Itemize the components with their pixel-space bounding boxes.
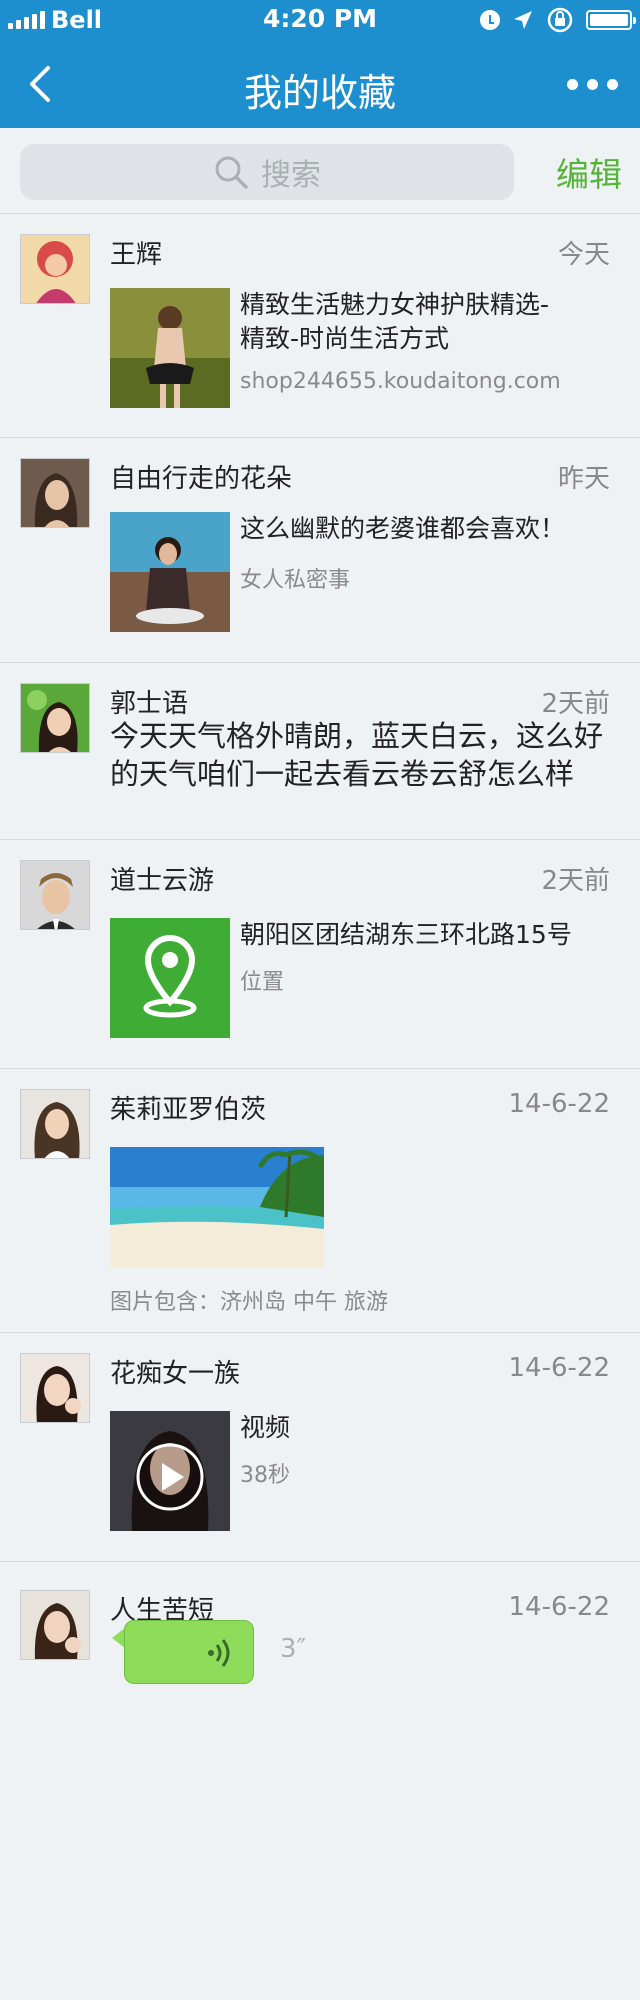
item-time: 昨天 (557, 464, 610, 494)
item-subtitle: 女人私密事 (240, 568, 351, 593)
search-input[interactable]: 搜索 (20, 144, 514, 200)
item-name: 茱莉亚罗伯茨 (110, 1095, 267, 1125)
item-name: 自由行走的花朵 (110, 464, 293, 494)
avatar (20, 860, 90, 930)
item-time: 2天前 (541, 689, 610, 719)
search-icon (215, 156, 248, 189)
item-time: 14-6-22 (508, 1592, 610, 1622)
list-item[interactable]: 王辉 今天 精致生活魅力女神护肤精选-精致-时尚生活方式 shop244655.… (0, 214, 640, 438)
photo-caption: 图片包含：济州岛 中午 旅游 (110, 1290, 388, 1315)
more-icon[interactable] (548, 70, 618, 98)
page-title: 我的收藏 (243, 71, 396, 115)
item-time: 2天前 (541, 866, 610, 896)
item-title: 视频 (240, 1413, 291, 1442)
voice-message[interactable] (124, 1620, 254, 1684)
link-thumbnail (110, 512, 230, 632)
item-title: 朝阳区团结湖东三环北路15号 (240, 920, 572, 949)
item-title: 这么幽默的老婆谁都会喜欢！ (240, 514, 566, 543)
item-time: 今天 (557, 240, 610, 270)
avatar (20, 1590, 90, 1660)
avatar (20, 683, 90, 753)
item-name: 花痴女一族 (110, 1359, 241, 1389)
list-item[interactable]: 道士云游 2天前 朝阳区团结湖东三环北路15号 位置 (0, 840, 640, 1069)
item-subtitle: 位置 (240, 970, 285, 995)
voice-duration: 3″ (280, 1634, 307, 1664)
avatar (20, 1089, 90, 1159)
photo-thumbnail (110, 1147, 324, 1267)
nav-bar: 我的收藏 (0, 40, 640, 128)
list-item[interactable]: 花痴女一族 14-6-22 视频 38秒 (0, 1333, 640, 1562)
battery-icon (586, 10, 636, 30)
search-placeholder: 搜索 (261, 158, 321, 193)
item-name: 道士云游 (110, 866, 215, 896)
edit-button[interactable]: 编辑 (556, 148, 622, 196)
list-item[interactable]: 郭士语 2天前 今天天气格外晴朗，蓝天白云，这么好的天气咱们一起去看云卷云舒怎么… (0, 663, 640, 840)
avatar (20, 1353, 90, 1423)
avatar (20, 458, 90, 528)
item-time: 14-6-22 (508, 1089, 610, 1119)
item-name: 郭士语 (110, 689, 189, 719)
list-item[interactable]: 自由行走的花朵 昨天 这么幽默的老婆谁都会喜欢！ 女人私密事 (0, 438, 640, 663)
alarm-icon (480, 10, 500, 30)
avatar (20, 234, 90, 304)
item-subtitle: shop244655.koudaitong.com (240, 369, 561, 394)
location-thumbnail (110, 918, 230, 1038)
item-subtitle: 38秒 (240, 1463, 290, 1488)
rotation-lock-icon (547, 7, 573, 33)
list-item[interactable]: 茱莉亚罗伯茨 14-6-22 图片包含：济州岛 中午 旅游 (0, 1069, 640, 1333)
status-bar: Bell 4:20 PM (0, 0, 640, 40)
link-thumbnail (110, 288, 230, 408)
video-thumbnail[interactable] (110, 1411, 230, 1531)
sound-wave-icon (208, 1639, 230, 1667)
search-row: 搜索 编辑 (0, 128, 640, 214)
item-title: 精致生活魅力女神护肤精选-精致-时尚生活方式 (240, 290, 550, 353)
list-item[interactable]: 人生苦短 14-6-22 3″ (0, 1562, 640, 1742)
location-pin-icon (143, 934, 197, 1018)
location-icon (514, 11, 532, 29)
item-name: 王辉 (110, 240, 163, 270)
item-text: 今天天气格外晴朗，蓝天白云，这么好的天气咱们一起去看云卷云舒怎么样 (110, 719, 604, 791)
item-time: 14-6-22 (508, 1353, 610, 1383)
